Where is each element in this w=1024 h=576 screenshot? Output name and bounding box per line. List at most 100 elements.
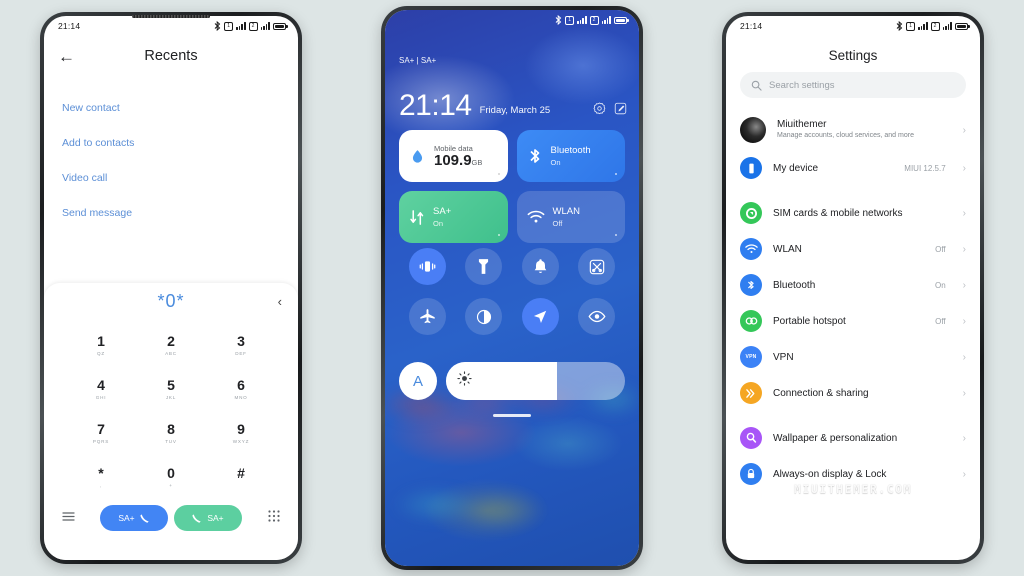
tile-mobile-data-value: 109.9GB xyxy=(434,153,482,168)
key-7[interactable]: 7 PQRS xyxy=(66,411,136,455)
toggle-vibrate[interactable] xyxy=(408,248,446,285)
chevron-right-icon: › xyxy=(962,468,966,480)
vibrate-icon xyxy=(419,261,436,272)
sim1-icon: 1 xyxy=(906,21,916,31)
call-sim2-button[interactable]: SA+ xyxy=(174,505,242,531)
settings-row-account[interactable]: Miuithemer Manage accounts, cloud servic… xyxy=(726,110,980,150)
control-center: 1 2 SA+ | SA+ 21:14 Friday, March 25 Mob… xyxy=(385,10,639,566)
eye-icon xyxy=(588,310,606,323)
action-new-contact[interactable]: New contact xyxy=(44,90,298,125)
battery-icon xyxy=(614,16,629,24)
key-letters: + xyxy=(169,482,173,488)
signal-bars-icon-2 xyxy=(942,22,952,30)
key-digit: 7 xyxy=(97,420,105,437)
key-letters: DEF xyxy=(235,350,247,356)
key-3[interactable]: 3 DEF xyxy=(206,323,276,367)
page-title: Settings xyxy=(828,48,878,63)
action-video-call[interactable]: Video call xyxy=(44,160,298,195)
tile-mobile-data[interactable]: Mobile data 109.9GB xyxy=(399,130,508,182)
brightness-slider[interactable] xyxy=(446,362,625,400)
settings-row-bluetooth[interactable]: Bluetooth On › xyxy=(726,267,980,303)
dialed-number[interactable]: *0* xyxy=(44,291,298,312)
settings-item-label: Connection & sharing xyxy=(773,387,869,399)
settings-gear-icon[interactable] xyxy=(593,102,606,115)
call-sim1-button[interactable]: SA+ xyxy=(100,505,168,531)
edit-pencil-icon[interactable] xyxy=(614,102,627,115)
avatar xyxy=(740,117,766,143)
bluetooth-icon xyxy=(214,21,221,31)
tile-bluetooth[interactable]: Bluetooth On xyxy=(516,130,625,182)
key-1[interactable]: 1 QZ xyxy=(66,323,136,367)
key-6[interactable]: 6 MNO xyxy=(206,367,276,411)
screenshot-scissors-icon xyxy=(589,259,604,274)
arrow-left-icon[interactable]: ← xyxy=(58,48,75,65)
screenshot-canvas: 21:14 1 2 ← Recents New contact Add to c… xyxy=(0,0,1024,576)
toggle-screenshot[interactable] xyxy=(578,248,616,285)
status-bar-icons: 1 2 xyxy=(555,15,629,25)
settings-row-connection-sharing[interactable]: Connection & sharing › xyxy=(726,375,980,411)
key-digit: 4 xyxy=(97,376,105,393)
bluetooth-icon xyxy=(555,15,562,25)
key-5[interactable]: 5 JKL xyxy=(136,367,206,411)
sim2-icon: 2 xyxy=(589,15,599,25)
key-digit: 1 xyxy=(97,332,105,349)
drag-handle[interactable] xyxy=(493,414,531,417)
tile-sim-data[interactable]: SA+ On xyxy=(399,191,508,243)
list-icon[interactable] xyxy=(62,509,75,527)
sim2-icon: 2 xyxy=(248,21,258,31)
settings-row-wallpaper-personalization[interactable]: Wallpaper & personalization › xyxy=(726,420,980,456)
call-sim1-label: SA+ xyxy=(118,513,135,523)
toggle-airplane-mode[interactable] xyxy=(408,298,446,335)
auto-brightness-button[interactable]: A xyxy=(399,362,437,400)
tile-indicator-dot xyxy=(497,173,500,175)
action-add-to-contacts[interactable]: Add to contacts xyxy=(44,125,298,160)
toggle-ringtone[interactable] xyxy=(521,248,559,285)
account-subtitle: Manage accounts, cloud services, and mor… xyxy=(777,132,914,140)
control-center-tiles: Mobile data 109.9GB Bluetooth On SA+ On … xyxy=(399,130,625,243)
key-8[interactable]: 8 TUV xyxy=(136,411,206,455)
toggle-flashlight[interactable] xyxy=(465,248,503,285)
search-settings-field[interactable]: Search settings xyxy=(740,72,966,98)
key-0[interactable]: 0 + xyxy=(136,455,206,499)
dialpad-number-bar: *0* ‹ xyxy=(44,283,298,319)
key-letters: TUV xyxy=(165,438,177,444)
my-device-version: MIUI 12.5.7 xyxy=(904,163,946,173)
settings-row-sim-cards[interactable]: SIM cards & mobile networks › xyxy=(726,195,980,231)
dialpad-sheet: *0* ‹ 1 QZ 2 ABC 3 DEF 4 GHI 5 JKL 6 MNO… xyxy=(44,283,298,560)
key-digit: 3 xyxy=(237,332,245,349)
keypad-grid-icon[interactable] xyxy=(268,509,280,527)
section-divider xyxy=(726,186,980,195)
settings-row-always-on-display[interactable]: Always-on display & Lock › xyxy=(726,456,980,492)
settings-item-label: Portable hotspot xyxy=(773,315,846,327)
clock-time: 21:14 xyxy=(399,89,472,122)
settings-row-my-device[interactable]: My device MIUI 12.5.7 › xyxy=(726,150,980,186)
action-label: Video call xyxy=(62,171,108,184)
dialer-header: ← Recents xyxy=(44,36,298,76)
brightness-row: A xyxy=(399,362,625,400)
settings-row-portable-hotspot[interactable]: Portable hotspot Off › xyxy=(726,303,980,339)
chevron-left-icon[interactable]: ‹ xyxy=(278,294,282,309)
key-9[interactable]: 9 WXYZ xyxy=(206,411,276,455)
tile-wlan-status: Off xyxy=(552,218,563,228)
signal-bars-icon xyxy=(918,22,928,30)
action-label: New contact xyxy=(62,101,120,114)
dialpad-keys: 1 QZ 2 ABC 3 DEF 4 GHI 5 JKL 6 MNO 7 PQR… xyxy=(44,319,298,499)
chevron-right-icon: › xyxy=(962,124,966,136)
key-hash[interactable]: # xyxy=(206,455,276,499)
settings-row-wlan[interactable]: WLAN Off › xyxy=(726,231,980,267)
phone-middle-control-center: 1 2 SA+ | SA+ 21:14 Friday, March 25 Mob… xyxy=(381,6,643,570)
key-letters: GHI xyxy=(95,394,107,400)
toggle-reading-mode[interactable] xyxy=(578,298,616,335)
key-letters: MNO xyxy=(234,394,248,400)
toggle-location[interactable] xyxy=(521,298,559,335)
wifi-icon xyxy=(740,238,762,260)
key-2[interactable]: 2 ABC xyxy=(136,323,206,367)
data-arrows-icon xyxy=(410,209,424,225)
key-4[interactable]: 4 GHI xyxy=(66,367,136,411)
action-send-message[interactable]: Send message xyxy=(44,195,298,230)
status-bar-icons: 1 2 xyxy=(214,21,288,31)
settings-row-vpn[interactable]: VPN VPN › xyxy=(726,339,980,375)
tile-wlan[interactable]: WLAN Off xyxy=(516,191,625,243)
toggle-dark-mode[interactable] xyxy=(465,298,503,335)
key-star[interactable]: * , xyxy=(66,455,136,499)
